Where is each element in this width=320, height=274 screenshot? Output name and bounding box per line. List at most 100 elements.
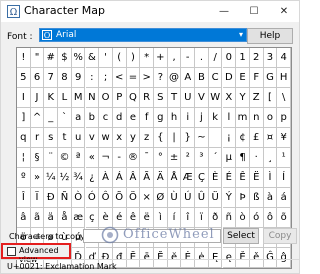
character-cell[interactable]: £: [249, 128, 264, 148]
character-cell[interactable]: V: [195, 88, 209, 108]
character-cell[interactable]: Y: [236, 88, 250, 108]
character-cell[interactable]: 7: [44, 68, 59, 88]
character-cell[interactable]: ;: [99, 68, 113, 88]
character-cell[interactable]: {: [154, 128, 168, 148]
character-cell[interactable]: o: [263, 108, 278, 128]
character-cell[interactable]: v: [85, 128, 100, 148]
character-cell[interactable]: G: [263, 68, 278, 88]
character-cell[interactable]: Ç: [195, 168, 209, 188]
character-cell[interactable]: ²: [181, 148, 196, 168]
character-cell[interactable]: +: [154, 48, 168, 68]
character-cell[interactable]: 2: [249, 48, 264, 68]
character-cell[interactable]: Ì: [263, 168, 278, 188]
character-cell[interactable]: Þ: [236, 188, 250, 208]
character-cell[interactable]: W: [208, 88, 223, 108]
character-cell[interactable]: %: [71, 48, 86, 68]
character-cell[interactable]: ¿: [85, 168, 100, 188]
character-cell[interactable]: P: [112, 88, 127, 108]
character-cell[interactable]: Ô: [99, 188, 113, 208]
character-cell[interactable]: C: [208, 68, 223, 88]
character-cell[interactable]: i: [181, 108, 196, 128]
character-cell[interactable]: :: [85, 68, 100, 88]
character-cell[interactable]: $: [58, 48, 72, 68]
character-cell[interactable]: q: [17, 128, 31, 148]
character-cell[interactable]: (: [112, 48, 127, 68]
character-cell[interactable]: ?: [154, 68, 168, 88]
character-cell[interactable]: ©: [58, 148, 72, 168]
character-cell[interactable]: 6: [30, 68, 45, 88]
character-cell[interactable]: É: [222, 168, 237, 188]
character-cell[interactable]: L: [58, 88, 72, 108]
character-cell[interactable]: ': [99, 48, 113, 68]
character-cell[interactable]: Â: [126, 168, 141, 188]
character-cell[interactable]: m: [236, 108, 250, 128]
character-cell[interactable]: ¦: [17, 148, 31, 168]
character-cell[interactable]: à: [263, 188, 278, 208]
character-cell[interactable]: Ã: [140, 168, 154, 188]
character-cell[interactable]: ¬: [99, 148, 113, 168]
character-cell[interactable]: [: [263, 88, 278, 108]
character-cell[interactable]: ´: [208, 148, 223, 168]
character-cell[interactable]: ª: [71, 148, 86, 168]
character-cell[interactable]: ®: [126, 148, 141, 168]
character-cell[interactable]: õ: [277, 208, 291, 228]
character-cell[interactable]: w: [99, 128, 113, 148]
character-cell[interactable]: È: [208, 168, 223, 188]
character-cell[interactable]: Ë: [249, 168, 264, 188]
character-cell[interactable]: Ö: [126, 188, 141, 208]
character-cell[interactable]: !: [17, 48, 31, 68]
character-cell[interactable]: j: [195, 108, 209, 128]
character-cell[interactable]: I: [17, 88, 31, 108]
character-cell[interactable]: ¥: [277, 128, 291, 148]
close-button[interactable]: ✕: [269, 1, 299, 22]
character-cell[interactable]: À: [99, 168, 113, 188]
character-cell[interactable]: U: [181, 88, 196, 108]
chevron-down-icon[interactable]: ▾: [239, 29, 243, 41]
character-cell[interactable]: e: [126, 108, 141, 128]
character-cell[interactable]: Ð: [44, 188, 59, 208]
character-cell[interactable]: l: [222, 108, 237, 128]
character-cell[interactable]: º: [17, 168, 31, 188]
character-cell[interactable]: /: [208, 48, 223, 68]
character-cell[interactable]: T: [167, 88, 182, 108]
character-cell[interactable]: r: [30, 128, 45, 148]
character-cell[interactable]: *: [140, 48, 154, 68]
character-cell[interactable]: [208, 128, 223, 148]
character-cell[interactable]: ±: [167, 148, 182, 168]
character-cell[interactable]: |: [167, 128, 182, 148]
character-cell[interactable]: 3: [263, 48, 278, 68]
character-cell[interactable]: 5: [17, 68, 31, 88]
character-cell[interactable]: Å: [167, 168, 182, 188]
character-cell[interactable]: t: [58, 128, 72, 148]
character-cell[interactable]: ³: [195, 148, 209, 168]
character-cell[interactable]: ~: [195, 128, 209, 148]
character-cell[interactable]: ×: [140, 188, 154, 208]
character-cell[interactable]: â: [17, 208, 31, 228]
character-cell[interactable]: g: [154, 108, 168, 128]
character-cell[interactable]: h: [167, 108, 182, 128]
character-cell[interactable]: =: [126, 68, 141, 88]
character-cell[interactable]: Z: [249, 88, 264, 108]
character-cell[interactable]: ½: [58, 168, 72, 188]
character-cell[interactable]: Á: [112, 168, 127, 188]
character-cell[interactable]: M: [71, 88, 86, 108]
character-cell[interactable]: Ø: [154, 188, 168, 208]
character-cell[interactable]: ¯: [140, 148, 154, 168]
character-cell[interactable]: ·: [249, 148, 264, 168]
character-cell[interactable]: _: [44, 108, 59, 128]
character-cell[interactable]: 9: [71, 68, 86, 88]
maximize-button[interactable]: ☐: [239, 1, 269, 22]
character-cell[interactable]: #: [44, 48, 59, 68]
character-cell[interactable]: y: [126, 128, 141, 148]
character-cell[interactable]: Ü: [208, 188, 223, 208]
character-cell[interactable]: <: [112, 68, 127, 88]
character-cell[interactable]: u: [71, 128, 86, 148]
character-cell[interactable]: `: [58, 108, 72, 128]
character-cell[interactable]: ¤: [263, 128, 278, 148]
character-cell[interactable]: a: [71, 108, 86, 128]
character-cell[interactable]: ¶: [236, 148, 250, 168]
character-cell[interactable]: ß: [249, 188, 264, 208]
character-cell[interactable]: .: [195, 48, 209, 68]
character-cell[interactable]: 4: [277, 48, 291, 68]
character-cell[interactable]: Ê: [236, 168, 250, 188]
